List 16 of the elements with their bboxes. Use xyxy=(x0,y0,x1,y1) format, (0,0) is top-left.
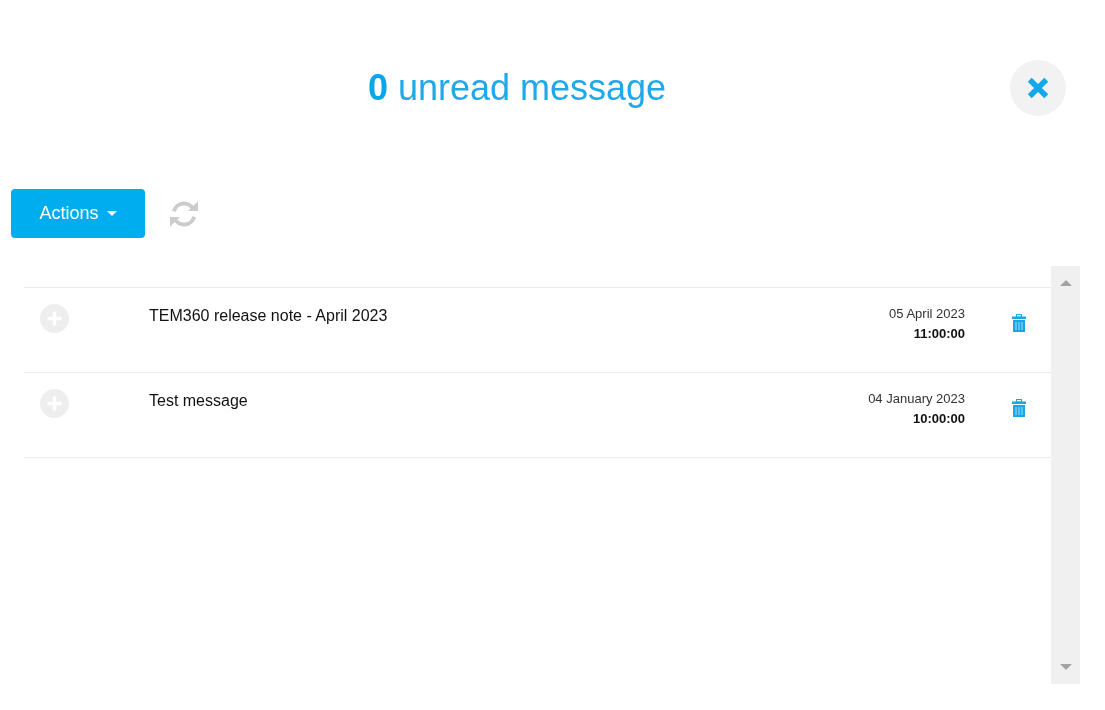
message-date: 04 January 2023 xyxy=(868,390,965,408)
message-time: 10:00:00 xyxy=(911,410,965,428)
scroll-down-arrow-icon[interactable] xyxy=(1059,664,1072,670)
caret-icon xyxy=(106,211,117,216)
message-date: 05 April 2023 xyxy=(889,305,965,323)
unread-count-heading: 0 unread message xyxy=(366,66,668,110)
close-icon xyxy=(1027,77,1049,99)
message-subject: Test message xyxy=(149,391,249,411)
scrollbar[interactable] xyxy=(1051,266,1080,684)
actions-dropdown-button[interactable]: Actions xyxy=(11,189,145,238)
trash-icon[interactable] xyxy=(1012,314,1026,332)
message-subject: TEM360 release note - April 2023 xyxy=(149,306,389,326)
message-time: 11:00:00 xyxy=(912,325,965,343)
scroll-up-arrow-icon[interactable] xyxy=(1059,280,1072,286)
refresh-icon[interactable] xyxy=(170,199,198,228)
trash-icon[interactable] xyxy=(1012,399,1026,417)
